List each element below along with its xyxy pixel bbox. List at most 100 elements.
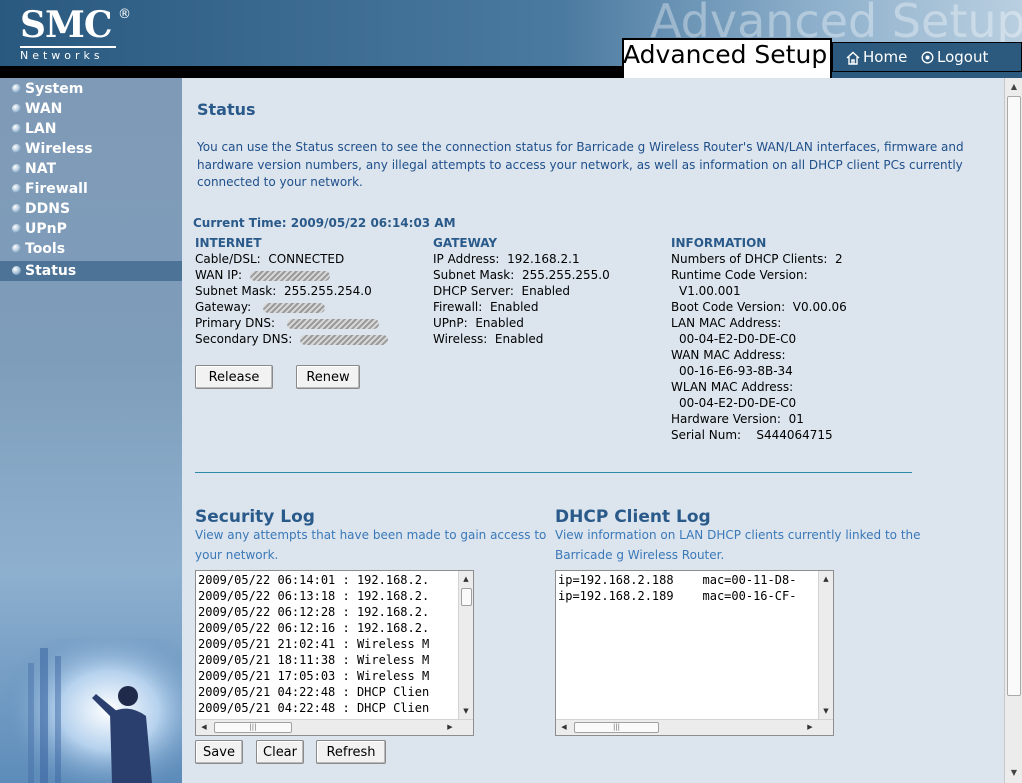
hscroll-thumb[interactable]: ||| — [214, 722, 292, 733]
logout-link[interactable]: Logout — [921, 48, 988, 66]
bullet-icon — [12, 183, 21, 193]
lan-mac-value: 00-04-E2-D0-DE-C0 — [679, 332, 797, 346]
dhcp-clients-line: Numbers of DHCP Clients: 2 — [671, 251, 843, 267]
sidebar-item-label: Status — [25, 263, 77, 279]
bullet-icon — [12, 123, 21, 133]
home-icon — [846, 51, 860, 65]
sidebar-item-ddns[interactable]: DDNS — [0, 199, 182, 219]
sidebar-item-status[interactable]: Status — [0, 261, 182, 281]
scroll-down-icon[interactable]: ▼ — [820, 705, 832, 717]
hardware-label: Hardware Version: — [671, 412, 781, 426]
security-log-line: 2009/05/22 06:12:16 : 192.168.2. — [198, 621, 430, 635]
dhcp-log-vscrollbar[interactable]: ▲ ▼ — [818, 571, 833, 719]
security-log-line: 2009/05/21 04:22:48 : DHCP Clien — [198, 701, 430, 715]
scroll-left-icon[interactable]: ◀ — [558, 721, 570, 733]
dhcp-log-desc-line: View information on LAN DHCP clients cur… — [555, 528, 921, 542]
cable-dsl-value: CONNECTED — [268, 252, 345, 266]
cable-dsl-label: Cable/DSL: — [195, 252, 261, 266]
scroll-right-icon[interactable]: ▶ — [804, 721, 816, 733]
hardware-line: Hardware Version: 01 — [671, 411, 804, 427]
logo-registered-mark: ® — [118, 7, 131, 22]
refresh-button[interactable]: Refresh — [316, 740, 386, 764]
logo-underline — [20, 46, 116, 48]
bullet-icon — [12, 243, 21, 253]
serial-label: Serial Num: — [671, 428, 742, 442]
sidebar-item-nat[interactable]: NAT — [0, 159, 182, 179]
dhcp-log-hscrollbar[interactable]: ◀ ||| ▶ — [556, 719, 833, 735]
security-log-textarea[interactable]: 2009/05/22 06:14:01 : 192.168.2. 2009/05/… — [195, 570, 474, 736]
renew-button[interactable]: Renew — [296, 365, 360, 389]
sidebar-item-label: Tools — [25, 241, 66, 257]
secondary-dns-line: Secondary DNS: — [195, 331, 388, 347]
gateway-line: Gateway: — [195, 299, 325, 315]
sidebar-item-label: Wireless — [25, 141, 93, 157]
sidebar-item-label: WAN — [25, 101, 63, 117]
logout-label: Logout — [937, 48, 989, 66]
page-header-title: Advanced Setup — [623, 40, 828, 69]
vscroll-thumb[interactable] — [461, 588, 472, 606]
security-log-lines: 2009/05/22 06:14:01 : 192.168.2. 2009/05/… — [198, 572, 429, 716]
security-log-line: 2009/05/21 17:05:03 : Wireless M — [198, 669, 430, 683]
clear-button[interactable]: Clear — [256, 740, 304, 764]
sidebar-item-lan[interactable]: LAN — [0, 119, 182, 139]
wlan-mac-value: 00-04-E2-D0-DE-C0 — [679, 396, 797, 410]
decorative-figure-image — [0, 638, 182, 783]
logo-subtitle: Networks — [20, 49, 104, 62]
dhcp-log-line: ip=192.168.2.188 mac=00-11-D8- — [558, 573, 797, 587]
dhcp-log-title: DHCP Client Log — [555, 507, 711, 527]
scroll-down-icon[interactable]: ▼ — [460, 705, 472, 717]
scroll-up-icon[interactable]: ▲ — [820, 573, 832, 585]
release-button[interactable]: Release — [195, 365, 273, 389]
dhcp-clients-value: 2 — [835, 252, 843, 266]
security-log-line: 2009/05/21 21:02:41 : Wireless M — [198, 637, 430, 651]
sidebar-item-firewall[interactable]: Firewall — [0, 179, 182, 199]
sidebar-item-system[interactable]: System — [0, 79, 182, 99]
scroll-thumb[interactable] — [1007, 96, 1021, 696]
bullet-icon — [12, 163, 21, 173]
dhcp-log-lines: ip=192.168.2.188 mac=00-11-D8- ip=192.168… — [558, 572, 796, 604]
header-bar — [0, 66, 622, 78]
dhcp-log-textarea[interactable]: ip=192.168.2.188 mac=00-11-D8- ip=192.168… — [555, 570, 834, 736]
security-log-line: 2009/05/22 06:14:01 : 192.168.2. — [198, 573, 430, 587]
boot-label: Boot Code Version: — [671, 300, 786, 314]
security-log-hscrollbar[interactable]: ◀ ||| ▶ — [196, 719, 473, 735]
page-scrollbar[interactable]: ▲ ▼ — [1004, 78, 1022, 783]
boot-line: Boot Code Version: V0.00.06 — [671, 299, 847, 315]
scroll-right-icon[interactable]: ▶ — [444, 721, 456, 733]
sidebar-item-label: DDNS — [25, 201, 71, 217]
dhcp-log-desc: View information on LAN DHCP clients cur… — [555, 525, 921, 565]
sidebar-item-tools[interactable]: Tools — [0, 239, 182, 259]
wan-subnet-value: 255.255.254.0 — [283, 284, 372, 298]
runtime-value: V1.00.001 — [679, 284, 741, 298]
security-log-desc: View any attempts that have been made to… — [195, 525, 546, 565]
boot-value: V0.00.06 — [792, 300, 847, 314]
dhcp-log-desc-line: Barricade g Wireless Router. — [555, 548, 725, 562]
scroll-up-icon[interactable]: ▲ — [460, 573, 472, 585]
wlan-mac-label: WLAN MAC Address: — [671, 380, 794, 394]
dhcp-clients-label: Numbers of DHCP Clients: — [671, 252, 828, 266]
wan-subnet-line: Subnet Mask: 255.255.254.0 — [195, 283, 372, 299]
scroll-up-icon[interactable]: ▲ — [1007, 80, 1021, 94]
dhcp-server-line: DHCP Server: Enabled — [433, 283, 570, 299]
scroll-left-icon[interactable]: ◀ — [198, 721, 210, 733]
dhcp-server-value: Enabled — [521, 284, 571, 298]
cable-dsl-line: Cable/DSL: CONNECTED — [195, 251, 344, 267]
dhcp-server-label: DHCP Server: — [433, 284, 514, 298]
sidebar-item-wireless[interactable]: Wireless — [0, 139, 182, 159]
dhcp-log-line: ip=192.168.2.189 mac=00-16-CF- — [558, 589, 797, 603]
sidebar-item-label: Firewall — [25, 181, 88, 197]
hardware-value: 01 — [788, 412, 804, 426]
scroll-down-icon[interactable]: ▼ — [1007, 766, 1021, 780]
hscroll-thumb[interactable]: ||| — [574, 722, 659, 733]
header: SMC ® Networks Advanced Setup Advanced S… — [0, 0, 1022, 78]
save-button[interactable]: Save — [195, 740, 243, 764]
gw-subnet-line: Subnet Mask: 255.255.255.0 — [433, 267, 610, 283]
upnp-value: Enabled — [475, 316, 524, 330]
security-log-title: Security Log — [195, 507, 315, 527]
security-log-vscrollbar[interactable]: ▲ ▼ — [458, 571, 473, 719]
runtime-label: Runtime Code Version: — [671, 268, 808, 282]
sidebar-item-upnp[interactable]: UPnP — [0, 219, 182, 239]
gw-ip-label: IP Address: — [433, 252, 500, 266]
home-link[interactable]: Home — [846, 48, 907, 66]
sidebar-item-wan[interactable]: WAN — [0, 99, 182, 119]
